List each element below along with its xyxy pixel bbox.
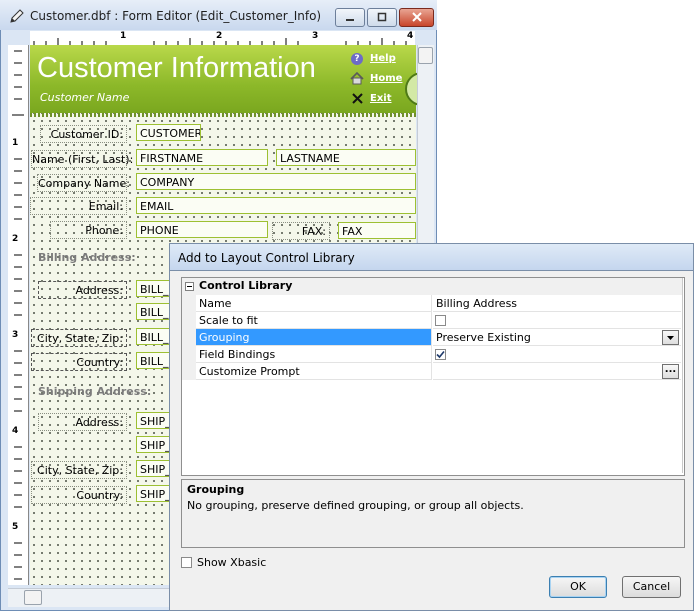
header-separator: [30, 113, 416, 117]
ruler-number: 3: [312, 31, 319, 41]
name-label[interactable]: Name (First, Last):: [31, 150, 133, 168]
billing-address1-field[interactable]: BILL_: [136, 280, 170, 297]
shipping-address2-field[interactable]: SHIP_: [136, 436, 170, 453]
grouping-dropdown-button[interactable]: [662, 330, 679, 345]
close-button[interactable]: [399, 8, 434, 27]
customer-id-label[interactable]: Customer ID:: [40, 125, 127, 143]
shipping-address1-field[interactable]: SHIP_: [136, 412, 170, 429]
dropdown-arrow-icon: [667, 336, 674, 340]
billing-csz-field[interactable]: BILL_C: [136, 328, 170, 345]
vertical-ruler-ticks: [12, 50, 24, 580]
shipping-section-title[interactable]: Shipping Address:: [38, 385, 151, 398]
maximize-button[interactable]: [367, 8, 397, 27]
ruler-number: 2: [12, 234, 19, 244]
minus-box-icon[interactable]: [185, 282, 194, 291]
globe-graphic: [405, 72, 418, 106]
company-field[interactable]: COMPANY: [136, 173, 416, 190]
ruler-number: 4: [407, 31, 414, 41]
maximize-icon: [377, 12, 387, 22]
billing-csz-label[interactable]: City, State, Zip:: [31, 329, 127, 347]
description-text: No grouping, preserve defined grouping, …: [187, 499, 524, 512]
close-x-icon: [352, 93, 363, 104]
horizontal-ruler: 1 2 3 4: [30, 31, 415, 46]
home-link[interactable]: Home: [370, 73, 402, 84]
billing-section-title[interactable]: Billing Address:: [38, 251, 136, 264]
ruler-number: 3: [12, 330, 19, 340]
exit-link[interactable]: Exit: [370, 93, 392, 104]
phone-field[interactable]: PHONE: [136, 221, 268, 238]
shipping-country-field[interactable]: SHIP_: [136, 485, 170, 502]
fax-field[interactable]: FAX: [338, 222, 416, 239]
property-scale-value[interactable]: [433, 312, 681, 329]
phone-label[interactable]: Phone:: [50, 221, 127, 239]
category-label: Control Library: [199, 279, 293, 292]
minimize-button[interactable]: [335, 8, 365, 27]
vertical-scrollbar-thumb[interactable]: [418, 47, 433, 64]
checkmark-icon: [436, 350, 445, 359]
horizontal-ruler-ticks: [33, 38, 407, 45]
form-heading: Customer Information: [37, 52, 316, 84]
property-gutter: [182, 295, 196, 380]
horizontal-scrollbar-thumb[interactable]: [24, 590, 42, 605]
billing-country-label[interactable]: Country:: [31, 353, 127, 371]
billing-address-label[interactable]: Address:: [38, 281, 127, 299]
property-name-value[interactable]: Billing Address: [433, 295, 681, 312]
dialog-title: Add to Layout Control Library: [178, 251, 355, 265]
close-icon: [411, 12, 422, 22]
description-title: Grouping: [187, 483, 245, 496]
property-name-label[interactable]: Name: [196, 295, 432, 312]
minimize-icon: [346, 19, 354, 21]
form-editor-title: Customer.dbf : Form Editor (Edit_Custome…: [30, 9, 322, 23]
property-description-pane: Grouping No grouping, preserve defined g…: [181, 479, 685, 548]
shipping-address-label[interactable]: Address:: [38, 413, 127, 431]
customer-id-field[interactable]: CUSTOMER_: [136, 124, 201, 141]
billing-address2-field[interactable]: BILL_: [136, 303, 170, 320]
property-bindings-label[interactable]: Field Bindings: [196, 346, 432, 363]
show-xbasic-label[interactable]: Show Xbasic: [197, 556, 266, 569]
ruler-number: 1: [120, 31, 127, 41]
home-icon: [350, 72, 364, 85]
billing-country-field[interactable]: BILL_C: [136, 352, 170, 369]
form-subheading: Customer Name: [40, 91, 130, 104]
shipping-country-label[interactable]: Country:: [31, 486, 127, 504]
ruler-number: 5: [12, 522, 19, 532]
last-name-field[interactable]: LASTNAME: [276, 149, 416, 166]
form-header-band[interactable]: Customer Information Customer Name ? Hel…: [30, 45, 418, 113]
dialog-titlebar[interactable]: Add to Layout Control Library: [169, 243, 694, 271]
vertical-ruler: 1 2 3 4 5: [8, 45, 29, 585]
field-bindings-checkbox[interactable]: [435, 349, 446, 360]
property-bindings-value[interactable]: [433, 346, 681, 363]
shipping-csz-label[interactable]: City, State, Zip:: [31, 461, 127, 479]
ruler-number: 2: [216, 31, 223, 41]
grid-edge: [682, 278, 683, 473]
property-grouping-label[interactable]: Grouping: [196, 329, 432, 346]
ruler-number: 1: [12, 138, 19, 148]
pencil-icon: [10, 9, 24, 23]
shipping-csz-field[interactable]: SHIP_: [136, 460, 170, 477]
first-name-field[interactable]: FIRSTNAME: [136, 149, 268, 166]
show-xbasic-checkbox[interactable]: [181, 557, 192, 568]
email-field[interactable]: EMAIL: [136, 197, 416, 214]
property-prompt-label[interactable]: Customize Prompt: [196, 363, 432, 380]
company-label[interactable]: Company Name:: [37, 174, 130, 192]
help-icon: ?: [351, 53, 363, 65]
scale-to-fit-checkbox[interactable]: [435, 315, 446, 326]
email-label[interactable]: Email:: [30, 197, 127, 215]
property-scale-label[interactable]: Scale to fit: [196, 312, 432, 329]
prompt-ellipsis-button[interactable]: ...: [662, 364, 679, 379]
ruler-number: 4: [12, 426, 19, 436]
ok-button[interactable]: OK: [549, 576, 607, 598]
property-prompt-value[interactable]: [433, 363, 681, 380]
cancel-button[interactable]: Cancel: [622, 576, 681, 598]
property-grouping-value[interactable]: Preserve Existing: [433, 329, 681, 346]
fax-label[interactable]: FAX:: [272, 222, 330, 240]
help-link[interactable]: Help: [370, 53, 396, 64]
